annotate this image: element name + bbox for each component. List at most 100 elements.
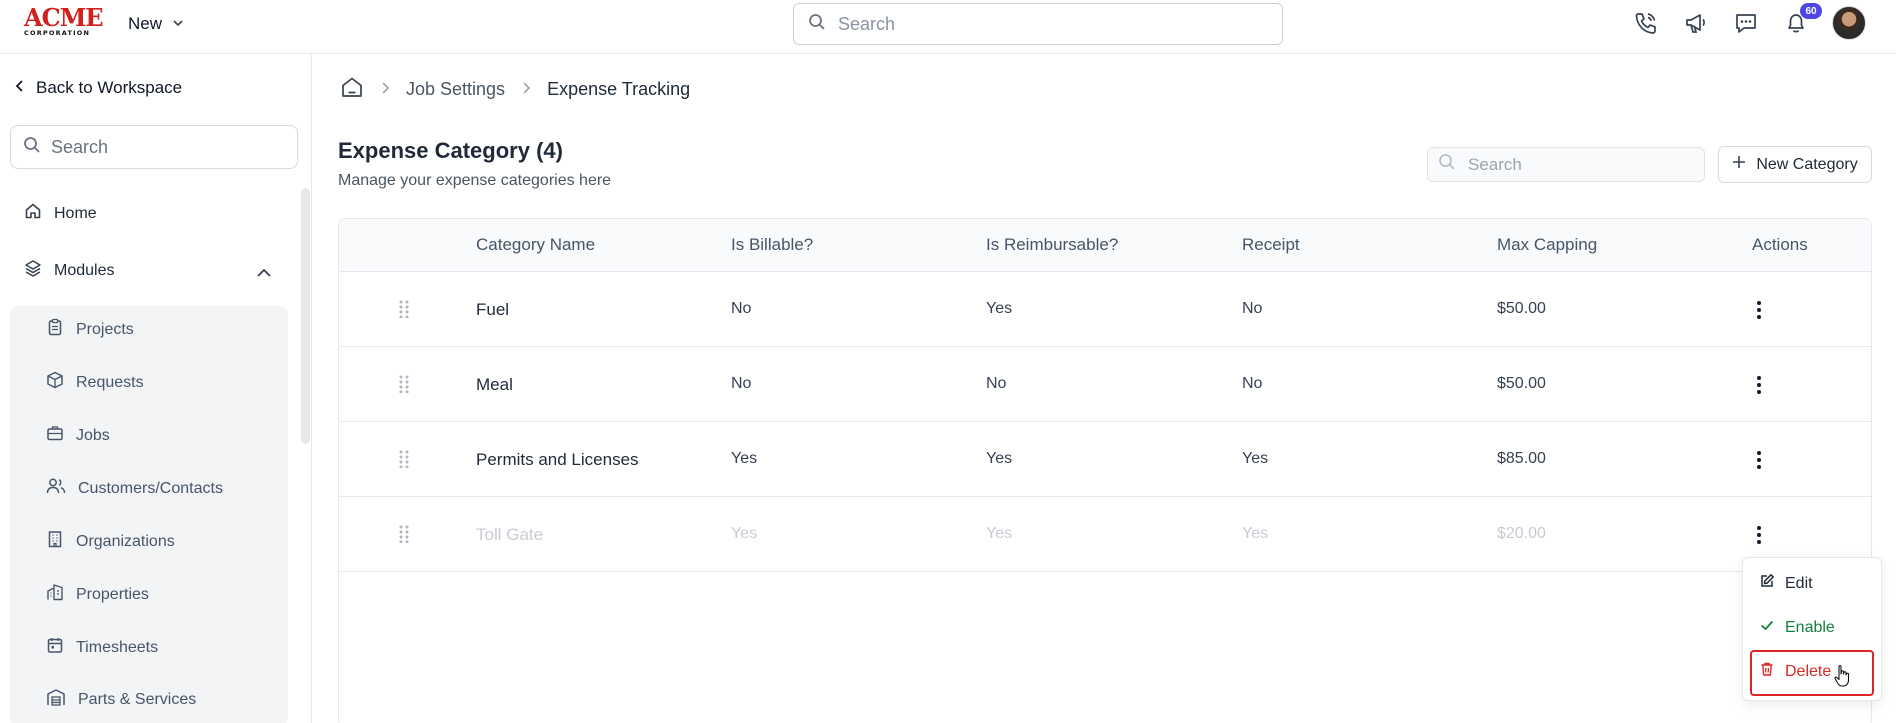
table-row[interactable]: Toll Gate Yes Yes Yes $20.00	[339, 497, 1871, 572]
breadcrumb: Job Settings Expense Tracking	[340, 76, 690, 103]
column-header-max-capping[interactable]: Max Capping	[1497, 235, 1597, 255]
clipboard-icon	[46, 318, 64, 341]
plus-icon	[1732, 155, 1746, 174]
menu-item-delete[interactable]: Delete	[1759, 661, 1831, 682]
sidebar-item-label: Modules	[54, 261, 115, 279]
avatar[interactable]	[1832, 6, 1866, 40]
cell-max-capping: $50.00	[1497, 300, 1546, 317]
sidebar-item-label: Jobs	[76, 426, 110, 444]
sidebar-item-label: Timesheets	[76, 638, 159, 656]
sidebar-item-label: Properties	[76, 585, 149, 603]
check-icon	[1759, 617, 1775, 638]
cell-receipt: Yes	[1242, 525, 1269, 542]
drag-handle-icon[interactable]	[399, 375, 409, 398]
cell-receipt: Yes	[1242, 450, 1269, 467]
sidebar-item-jobs[interactable]: Jobs	[46, 424, 110, 447]
drag-handle-icon[interactable]	[399, 300, 409, 323]
breadcrumb-job-settings[interactable]: Job Settings	[406, 79, 505, 100]
table-row[interactable]: Fuel No Yes No $50.00	[339, 272, 1871, 347]
menu-item-label: Enable	[1785, 618, 1835, 636]
sidebar-item-projects[interactable]: Projects	[46, 318, 134, 341]
top-icons: 60	[1632, 3, 1866, 40]
global-search-input[interactable]	[838, 13, 1258, 35]
back-label: Back to Workspace	[36, 78, 183, 97]
drag-handle-icon[interactable]	[399, 450, 409, 473]
home-icon	[24, 202, 42, 225]
category-search[interactable]	[1427, 147, 1705, 182]
box-icon	[46, 371, 64, 394]
calendar-icon	[46, 636, 64, 659]
cell-max-capping: $50.00	[1497, 375, 1546, 392]
table-header: Category Name Is Billable? Is Reimbursab…	[339, 219, 1871, 272]
column-header-reimbursable[interactable]: Is Reimbursable?	[986, 235, 1118, 255]
more-vertical-icon[interactable]	[1749, 448, 1769, 472]
global-search[interactable]	[793, 3, 1283, 45]
buildings-icon	[46, 583, 64, 606]
sidebar-search-input[interactable]	[51, 136, 281, 158]
home-icon[interactable]	[340, 76, 364, 103]
warehouse-icon	[46, 688, 66, 711]
cell-reimbursable: Yes	[986, 525, 1013, 542]
sidebar-scrollbar[interactable]	[301, 188, 310, 444]
column-header-category-name[interactable]: Category Name	[476, 235, 595, 255]
column-header-receipt[interactable]: Receipt	[1242, 235, 1300, 255]
cell-category-name: Permits and Licenses	[476, 450, 639, 469]
chevron-up-icon[interactable]	[256, 266, 272, 284]
table-row[interactable]: Permits and Licenses Yes Yes Yes $85.00	[339, 422, 1871, 497]
menu-item-label: Edit	[1785, 574, 1813, 592]
bell-icon[interactable]: 60	[1782, 3, 1822, 37]
drag-handle-icon[interactable]	[399, 525, 409, 548]
cell-category-name: Fuel	[476, 300, 510, 319]
more-vertical-icon[interactable]	[1749, 523, 1769, 547]
column-header-billable[interactable]: Is Billable?	[731, 235, 813, 255]
layers-icon	[24, 259, 42, 282]
sidebar-item-modules[interactable]: Modules	[24, 259, 114, 282]
cell-category-name: Toll Gate	[476, 525, 544, 544]
sidebar-item-label: Projects	[76, 320, 134, 338]
back-to-workspace-link[interactable]: Back to Workspace	[14, 78, 182, 98]
trash-icon	[1759, 661, 1775, 682]
phone-icon[interactable]	[1632, 9, 1660, 37]
sidebar-item-label: Organizations	[76, 532, 175, 550]
sidebar-item-properties[interactable]: Properties	[46, 583, 149, 606]
sidebar-item-label: Requests	[76, 373, 144, 391]
cell-reimbursable: Yes	[986, 450, 1013, 467]
sidebar-item-customers[interactable]: Customers/Contacts	[46, 477, 223, 500]
more-vertical-icon[interactable]	[1749, 298, 1769, 322]
breadcrumb-expense-tracking: Expense Tracking	[547, 79, 691, 99]
search-icon	[23, 136, 41, 159]
hand-pointer-icon	[1834, 664, 1852, 693]
new-category-label: New Category	[1756, 155, 1858, 173]
sidebar-item-requests[interactable]: Requests	[46, 371, 144, 394]
cell-max-capping: $20.00	[1497, 525, 1546, 542]
new-dropdown-button[interactable]: New	[128, 12, 184, 36]
megaphone-icon[interactable]	[1682, 9, 1710, 37]
cell-category-name: Meal	[476, 375, 513, 394]
sidebar-search[interactable]	[10, 125, 298, 169]
sidebar-item-parts-services[interactable]: Parts & Services	[46, 688, 196, 711]
sidebar-item-label: Parts & Services	[78, 690, 197, 708]
chevron-right-icon	[521, 79, 531, 100]
menu-item-enable[interactable]: Enable	[1759, 617, 1835, 638]
cell-max-capping: $85.00	[1497, 450, 1546, 467]
sidebar: Back to Workspace Home Modules Projects …	[0, 54, 312, 723]
cell-reimbursable: Yes	[986, 300, 1013, 317]
new-category-button[interactable]: New Category	[1718, 146, 1872, 183]
menu-item-edit[interactable]: Edit	[1759, 573, 1813, 594]
sidebar-item-home[interactable]: Home	[24, 202, 97, 225]
more-vertical-icon[interactable]	[1749, 373, 1769, 397]
acme-logo[interactable]: ACME CORPORATION	[24, 5, 104, 39]
chevron-down-icon	[172, 14, 184, 34]
notification-badge: 60	[1800, 3, 1822, 19]
sidebar-item-timesheets[interactable]: Timesheets	[46, 636, 158, 659]
column-header-actions: Actions	[1752, 235, 1808, 254]
edit-icon	[1759, 573, 1775, 594]
search-icon	[808, 13, 826, 36]
table-row[interactable]: Meal No No No $50.00	[339, 347, 1871, 422]
sidebar-item-organizations[interactable]: Organizations	[46, 530, 175, 553]
category-search-input[interactable]	[1468, 154, 1688, 175]
top-bar: ACME CORPORATION New 60	[0, 0, 1896, 54]
new-label: New	[128, 14, 163, 33]
chat-icon[interactable]	[1732, 9, 1760, 37]
users-icon	[46, 477, 66, 500]
